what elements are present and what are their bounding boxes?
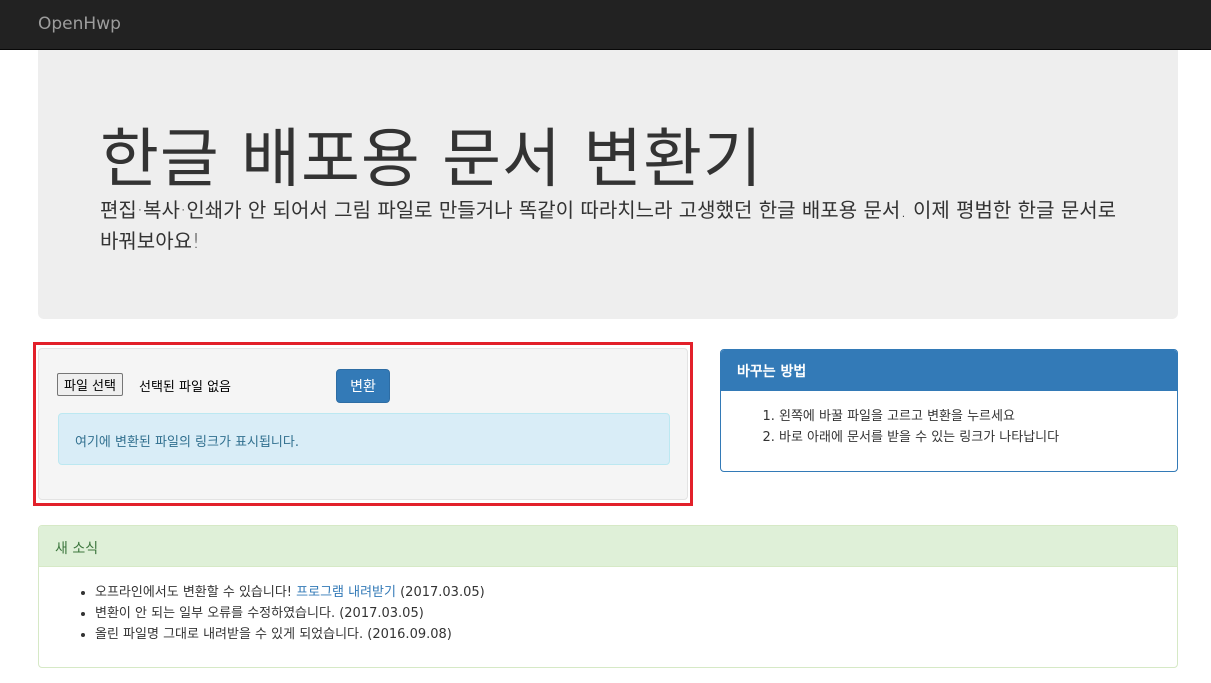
news-list: 오프라인에서도 변환할 수 있습니다! 프로그램 내려받기 (2017.03.0…	[77, 582, 485, 645]
news-item-date: (2016.09.08)	[367, 627, 452, 642]
choose-file-button[interactable]: 파일 선택	[57, 373, 123, 396]
howto-panel: 바꾸는 방법 왼쪽에 바꿀 파일을 고르고 변환을 누르세요 바로 아래에 문서…	[720, 349, 1178, 472]
news-item-text: 오프라인에서도 변환할 수 있습니다!	[95, 585, 293, 600]
page-title: 한글 배포용 문서 변환기	[100, 123, 763, 197]
news-item-date: (2017.03.05)	[400, 585, 485, 600]
file-status-text: 선택된 파일 없음	[139, 380, 231, 395]
top-navbar: OpenHwp	[0, 0, 1211, 50]
news-panel: 새 소식 오프라인에서도 변환할 수 있습니다! 프로그램 내려받기 (2017…	[38, 525, 1178, 668]
news-item: 올린 파일명 그대로 내려받을 수 있게 되었습니다. (2016.09.08)	[95, 624, 485, 645]
howto-step: 왼쪽에 바꿀 파일을 고르고 변환을 누르세요	[779, 406, 1059, 427]
howto-panel-heading: 바꾸는 방법	[721, 350, 1177, 391]
convert-button[interactable]: 변환	[336, 369, 390, 403]
news-item: 변환이 안 되는 일부 오류를 수정하였습니다. (2017.03.05)	[95, 603, 485, 624]
news-item-date: (2017.03.05)	[339, 606, 424, 621]
howto-steps: 왼쪽에 바꿀 파일을 고르고 변환을 누르세요 바로 아래에 문서를 받을 수 …	[761, 406, 1059, 448]
news-item-text: 올린 파일명 그대로 내려받을 수 있게 되었습니다.	[95, 627, 364, 642]
hero-jumbotron: 한글 배포용 문서 변환기 편집·복사·인쇄가 안 되어서 그림 파일로 만들거…	[38, 50, 1178, 319]
news-item: 오프라인에서도 변환할 수 있습니다! 프로그램 내려받기 (2017.03.0…	[95, 582, 485, 603]
howto-step: 바로 아래에 문서를 받을 수 있는 링크가 나타납니다	[779, 427, 1059, 448]
hero-description: 편집·복사·인쇄가 안 되어서 그림 파일로 만들거나 똑같이 따라치느라 고생…	[100, 198, 1117, 253]
download-program-link[interactable]: 프로그램 내려받기	[296, 585, 396, 600]
brand-link[interactable]: OpenHwp	[38, 14, 121, 34]
news-item-text: 변환이 안 되는 일부 오류를 수정하였습니다.	[95, 606, 336, 621]
result-link-alert: 여기에 변환된 파일의 링크가 표시됩니다.	[58, 413, 670, 465]
news-panel-heading: 새 소식	[39, 526, 1177, 567]
